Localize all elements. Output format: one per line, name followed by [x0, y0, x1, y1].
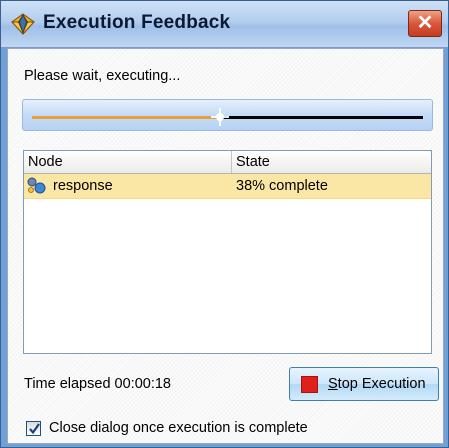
stop-execution-button[interactable]: Stop Execution [289, 367, 439, 401]
window-title: Execution Feedback [43, 12, 231, 33]
title-bar[interactable]: Execution Feedback ✕ [1, 1, 448, 48]
stop-execution-label: Stop Execution [328, 376, 426, 392]
stop-icon [301, 375, 318, 393]
stop-hotkey: S [328, 376, 338, 392]
cell-node: response [24, 174, 232, 198]
table-header: Node State [24, 151, 431, 174]
column-header-node[interactable]: Node [24, 151, 232, 173]
close-on-complete-option[interactable]: Close dialog once execution is complete [26, 420, 308, 436]
node-name: response [53, 178, 113, 194]
node-state-table: Node State response 38% complete [23, 150, 432, 354]
close-on-complete-checkbox[interactable] [26, 420, 41, 436]
column-header-state[interactable]: State [232, 151, 431, 173]
execution-feedback-window: Execution Feedback ✕ Please wait, execut… [0, 0, 449, 448]
dialog-body: Please wait, executing... Node State res… [7, 48, 444, 444]
close-icon: ✕ [416, 12, 434, 34]
status-message: Please wait, executing... [24, 68, 181, 84]
progress-track [32, 108, 423, 126]
checkmark-icon [29, 422, 40, 434]
progress-fill [32, 116, 220, 119]
stop-label-rest: top Execution [337, 376, 426, 392]
close-button[interactable]: ✕ [408, 10, 442, 37]
app-diamond-icon [10, 13, 36, 35]
progress-spark-icon [210, 108, 229, 126]
close-on-complete-label: Close dialog once execution is complete [49, 420, 308, 436]
progress-bar [22, 99, 433, 131]
model-nugget-icon [26, 177, 48, 195]
cell-state: 38% complete [236, 178, 328, 194]
table-row[interactable]: response 38% complete [24, 174, 431, 199]
time-elapsed: Time elapsed 00:00:18 [24, 376, 171, 392]
